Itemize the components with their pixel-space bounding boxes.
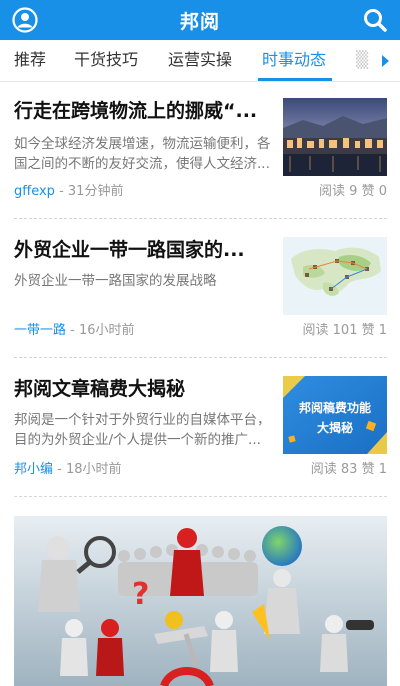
article-card[interactable]: 行走在跨境物流上的挪威“... 如今全球经济发展增速，物流运输便利，各国之间的不…	[14, 98, 387, 208]
article-title[interactable]: 邦阅文章稿费大揭秘	[14, 376, 272, 402]
search-icon[interactable]	[362, 7, 388, 33]
article-title[interactable]: 行走在跨境物流上的挪威“...	[14, 98, 272, 124]
article-title[interactable]: 外贸企业一带一路国家的...	[14, 237, 272, 263]
divider	[14, 496, 387, 497]
tabs-scroll-right-button[interactable]	[370, 40, 400, 81]
article-summary: 邦阅是一个针对于外贸行业的自媒体平台，目的为外贸企业/个人提供一个新的推广...	[14, 412, 271, 448]
article-meta: 邦小编 - 18小时前 阅读 83 赞 1	[14, 460, 387, 480]
article-meta: gffexp - 31分钟前 阅读 9 赞 0	[14, 182, 387, 202]
active-tab-indicator	[258, 78, 332, 81]
svg-text:?: ?	[132, 577, 149, 612]
article-card[interactable]: 邦阅文章稿费大揭秘 邦阅是一个针对于外贸行业的自媒体平台，目的为外贸企业/个人提…	[14, 376, 387, 486]
article-card[interactable]: 外贸企业一带一路国家的... 外贸企业一带一路国家的发展战略 一带一路 - 16…	[14, 237, 387, 347]
divider	[14, 218, 387, 219]
app-title: 邦阅	[179, 10, 220, 33]
feature-banner-image[interactable]: ?	[14, 516, 387, 686]
article-stats: 阅读 101 赞 1	[302, 323, 387, 338]
article-author[interactable]: 一带一路	[14, 323, 66, 338]
article-meta: 一带一路 - 16小时前 阅读 101 赞 1	[14, 321, 387, 341]
article-time: 31分钟前	[67, 184, 124, 199]
tab-tips[interactable]: 干货技巧	[74, 40, 138, 81]
tab-operations[interactable]: 运营实操	[168, 40, 232, 81]
tab-partial[interactable]: ▒	[356, 40, 368, 81]
article-thumbnail[interactable]: 邦阅稿费功能 大揭秘	[283, 376, 387, 454]
article-thumbnail[interactable]	[283, 98, 387, 176]
app-header: 邦阅	[0, 0, 400, 40]
article-summary: 外贸企业一带一路国家的发展战略	[14, 273, 217, 289]
chevron-right-icon	[382, 55, 389, 67]
article-thumbnail[interactable]	[283, 237, 387, 315]
article-time: 18小时前	[65, 462, 122, 477]
thumbnail-text: 大揭秘	[317, 420, 353, 435]
category-tabs: 推荐 干货技巧 运营实操 时事动态 ▒	[0, 40, 400, 82]
article-time: 16小时前	[78, 323, 135, 338]
thumbnail-text: 邦阅稿费功能	[299, 400, 371, 415]
article-author[interactable]: gffexp	[14, 184, 55, 199]
tab-news[interactable]: 时事动态	[262, 40, 326, 81]
article-stats: 阅读 83 赞 1	[310, 462, 387, 477]
article-author[interactable]: 邦小编	[14, 462, 53, 477]
divider	[14, 357, 387, 358]
tab-recommend[interactable]: 推荐	[14, 40, 46, 81]
article-summary: 如今全球经济发展增速，物流运输便利，各国之间的不断的友好交流，使得人文经济...	[14, 136, 271, 172]
article-stats: 阅读 9 赞 0	[319, 184, 387, 199]
user-circle-icon[interactable]	[12, 7, 38, 33]
